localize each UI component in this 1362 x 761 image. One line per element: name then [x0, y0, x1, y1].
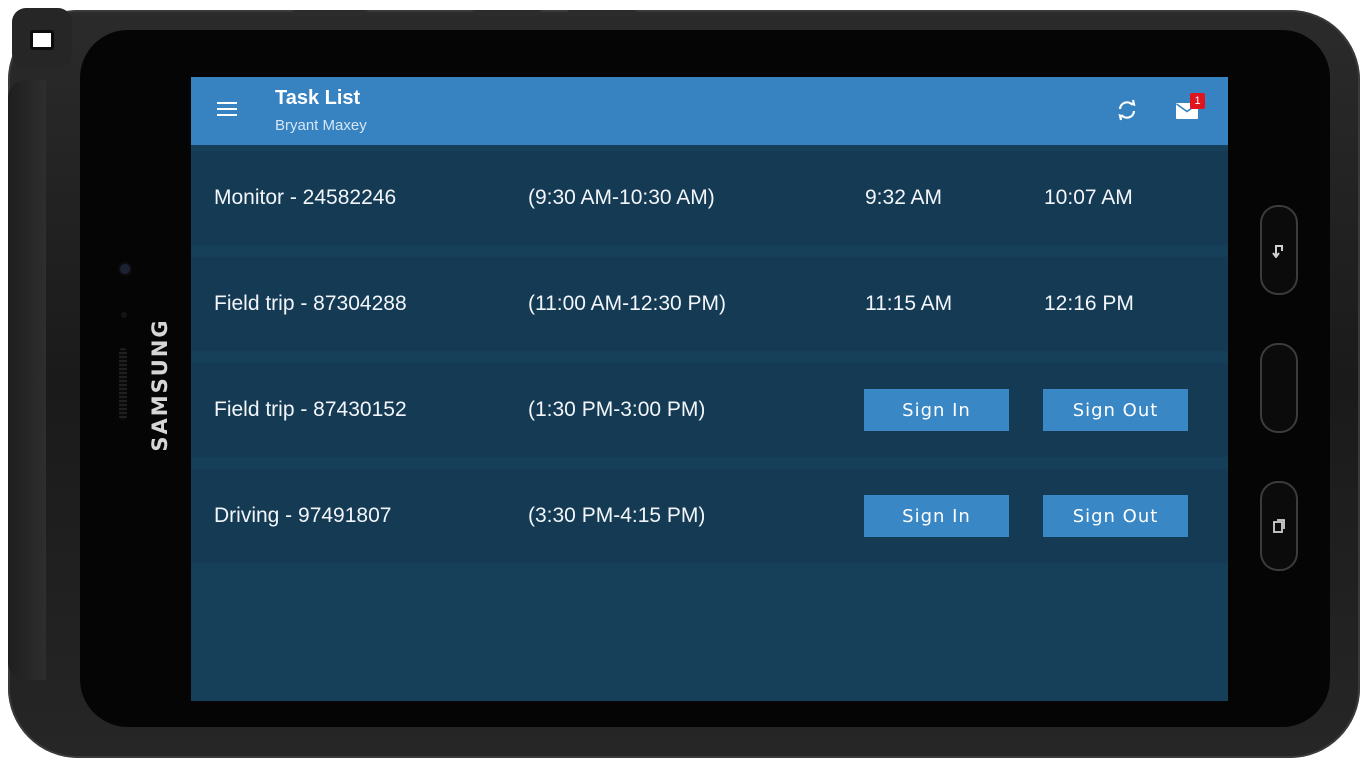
menu-icon[interactable]	[217, 102, 237, 118]
task-name: Field trip - 87304288	[214, 292, 407, 315]
sign-in-button[interactable]: Sign In	[864, 389, 1009, 431]
power-button	[292, 10, 368, 16]
user-name: Bryant Maxey	[275, 117, 367, 134]
sign-out-button[interactable]: Sign Out	[1043, 495, 1188, 537]
recent-apps-icon	[1273, 519, 1285, 533]
recent-apps-key[interactable]	[1260, 481, 1298, 571]
strap-hole	[30, 30, 54, 50]
sign-in-time: 11:15 AM	[865, 292, 953, 315]
page-title: Task List	[275, 87, 361, 109]
sign-in-time: 9:32 AM	[865, 186, 943, 209]
light-sensor	[121, 312, 127, 318]
volume-up-button	[472, 10, 542, 16]
back-key[interactable]	[1260, 205, 1298, 295]
brand-logo: SAMSUNG	[148, 318, 172, 452]
task-name: Driving - 97491807	[214, 504, 392, 527]
sign-in-button[interactable]: Sign In	[864, 495, 1009, 537]
volume-down-button	[567, 10, 637, 16]
sign-out-time: 10:07 AM	[1044, 186, 1133, 209]
side-bumper	[8, 80, 46, 680]
sign-out-time: 12:16 PM	[1044, 292, 1134, 315]
app-screen: Task List Bryant Maxey 1 Monitor - 24582…	[191, 77, 1228, 701]
sign-out-button[interactable]: Sign Out	[1043, 389, 1188, 431]
task-name: Monitor - 24582246	[214, 186, 397, 209]
sync-icon[interactable]	[1115, 98, 1139, 122]
task-row[interactable]: Field trip - 87430152 (1:30 PM-3:00 PM) …	[191, 363, 1228, 457]
back-icon	[1272, 245, 1283, 258]
task-time-window: (9:30 AM-10:30 AM)	[528, 186, 715, 209]
earpiece-speaker	[119, 348, 127, 420]
task-time-window: (1:30 PM-3:00 PM)	[528, 398, 706, 421]
task-time-window: (3:30 PM-4:15 PM)	[528, 504, 706, 527]
mail-badge: 1	[1190, 93, 1205, 109]
task-name: Field trip - 87430152	[214, 398, 407, 421]
front-camera	[120, 264, 130, 274]
app-bar: Task List Bryant Maxey 1	[191, 77, 1228, 145]
task-row[interactable]: Monitor - 24582246 (9:30 AM-10:30 AM) 9:…	[191, 151, 1228, 245]
home-key[interactable]	[1260, 343, 1298, 433]
task-time-window: (11:00 AM-12:30 PM)	[528, 292, 727, 315]
task-row[interactable]: Field trip - 87304288 (11:00 AM-12:30 PM…	[191, 257, 1228, 351]
task-row[interactable]: Driving - 97491807 (3:30 PM-4:15 PM) Sig…	[191, 469, 1228, 563]
